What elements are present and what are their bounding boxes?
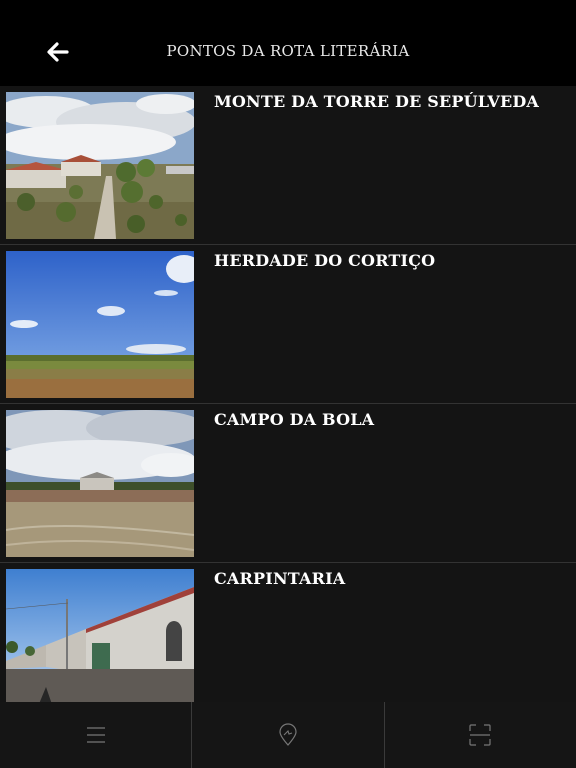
item-title: CARPINTARIA xyxy=(214,569,346,588)
item-thumbnail xyxy=(6,410,194,557)
list-item[interactable]: CARPINTARIA xyxy=(0,563,576,702)
list-item[interactable]: MONTE DA TORRE DE SEPÚLVEDA xyxy=(0,86,576,245)
tab-bar xyxy=(0,702,576,768)
header: PONTOS DA ROTA LITERÁRIA xyxy=(0,0,576,86)
item-thumbnail xyxy=(6,251,194,398)
tab-menu[interactable] xyxy=(0,702,191,768)
item-thumbnail xyxy=(6,92,194,239)
item-title: MONTE DA TORRE DE SEPÚLVEDA xyxy=(214,92,540,111)
route-points-list: MONTE DA TORRE DE SEPÚLVEDA HERDADE DO C… xyxy=(0,86,576,702)
menu-icon xyxy=(86,727,105,743)
map-pin-icon xyxy=(279,723,297,746)
list-item[interactable]: HERDADE DO CORTIÇO xyxy=(0,245,576,404)
tab-scan[interactable] xyxy=(383,702,576,768)
item-title: HERDADE DO CORTIÇO xyxy=(214,251,436,270)
list-item[interactable]: CAMPO DA BOLA xyxy=(0,404,576,563)
item-thumbnail xyxy=(6,569,194,702)
page-title: PONTOS DA ROTA LITERÁRIA xyxy=(166,42,410,60)
scan-icon xyxy=(469,724,491,746)
tab-map[interactable] xyxy=(191,702,383,768)
item-title: CAMPO DA BOLA xyxy=(214,410,375,429)
